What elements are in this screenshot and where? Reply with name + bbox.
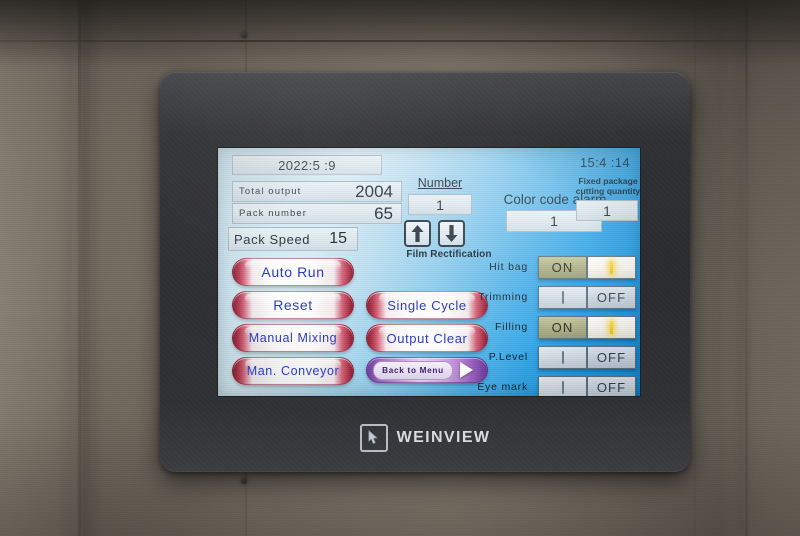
toggle-p-level[interactable]: OFF	[538, 346, 636, 369]
man-conveyor-label: Man. Conveyor	[246, 364, 340, 378]
hmi-panel: 2022:5 :9 15:4 :14 Total output 2004 Pac…	[160, 72, 690, 472]
toggle-eye-mark-lamp-cell[interactable]	[538, 376, 587, 396]
lamp-indicator-icon	[561, 381, 564, 394]
toggle-label-eye-mark: Eye mark	[477, 381, 528, 393]
hmi-panel-gloss	[160, 72, 690, 134]
number-field[interactable]: 1	[408, 194, 472, 215]
reset-button[interactable]: Reset	[232, 291, 354, 319]
cursor-glyph	[368, 430, 378, 445]
toggle-label-trimming: Trimming	[478, 291, 528, 303]
single-cycle-label: Single Cycle	[387, 297, 467, 313]
clock-display: 15:4 :14	[579, 155, 630, 170]
toggle-filling-lamp-cell[interactable]	[587, 316, 636, 339]
toggle-hit-bag-on-cell[interactable]: ON	[538, 256, 587, 279]
lamp-indicator-icon	[610, 261, 613, 274]
manual-mixing-button[interactable]: Manual Mixing	[232, 324, 354, 352]
manual-mixing-label: Manual Mixing	[248, 331, 338, 345]
date-text: 2022:5 :9	[278, 157, 336, 173]
film-rectification-down-button[interactable]	[438, 220, 465, 247]
lamp-indicator-icon	[610, 321, 613, 334]
pack-speed-label: Pack Speed	[234, 231, 311, 247]
fixed-package-value: 1	[603, 202, 611, 219]
toggle-hit-bag[interactable]: ON	[538, 256, 636, 279]
arrow-up-icon	[411, 225, 424, 242]
fixed-package-label: Fixed package cutting quantity	[575, 176, 640, 196]
pack-speed-value: 15	[329, 230, 347, 247]
pack-number-row: Pack number 65	[232, 203, 402, 224]
toggle-trimming[interactable]: OFF	[538, 286, 636, 309]
number-value: 1	[436, 196, 444, 213]
lamp-indicator-icon	[561, 351, 564, 364]
toggle-trimming-lamp-cell[interactable]	[538, 286, 587, 309]
fixed-package-field[interactable]: 1	[576, 200, 638, 221]
toggle-p-level-lamp-cell[interactable]	[538, 346, 587, 369]
brand-logo: WEINVIEW	[160, 424, 690, 452]
back-to-menu-label: Back to Menu	[373, 360, 453, 380]
toggle-label-filling: Filling	[494, 321, 528, 333]
toggle-p-level-off-cell[interactable]: OFF	[587, 346, 636, 369]
brand-name: WEINVIEW	[396, 429, 491, 446]
toggle-eye-mark-off-cell[interactable]: OFF	[587, 376, 636, 396]
pack-number-label: Pack number	[239, 208, 308, 219]
date-display: 2022:5 :9	[232, 155, 382, 175]
film-rectification-caption: Film Rectification	[406, 249, 492, 260]
pack-speed-row: Pack Speed 15	[228, 227, 358, 251]
number-label: Number	[417, 176, 463, 190]
toggle-filling-on-cell[interactable]: ON	[538, 316, 587, 339]
toggle-label-p-level: P.Level	[488, 351, 528, 363]
output-clear-label: Output Clear	[386, 330, 468, 346]
toggle-filling[interactable]: ON	[538, 316, 636, 339]
cursor-in-square-icon	[359, 424, 388, 452]
total-output-value: 2004	[355, 181, 393, 201]
toggle-hit-bag-lamp-cell[interactable]	[587, 256, 636, 279]
auto-run-button[interactable]: Auto Run	[232, 258, 354, 286]
total-output-row: Total output 2004	[232, 181, 402, 202]
screenshot-root: 2022:5 :9 15:4 :14 Total output 2004 Pac…	[0, 0, 800, 536]
auto-run-label: Auto Run	[261, 264, 325, 280]
lamp-indicator-icon	[561, 291, 564, 304]
toggle-label-hit-bag: Hit bag	[489, 261, 528, 273]
lcd-screen[interactable]: 2022:5 :9 15:4 :14 Total output 2004 Pac…	[218, 148, 640, 396]
total-output-label: Total output	[239, 186, 302, 197]
pack-number-value: 65	[374, 203, 393, 223]
toggle-trimming-off-cell[interactable]: OFF	[587, 286, 636, 309]
arrow-down-icon	[445, 225, 458, 242]
color-code-alarm-value: 1	[550, 213, 558, 229]
man-conveyor-button[interactable]: Man. Conveyor	[232, 357, 354, 385]
arrow-right-icon	[460, 362, 473, 378]
film-rectification-up-button[interactable]	[404, 220, 431, 247]
toggle-eye-mark[interactable]: OFF	[538, 376, 636, 396]
reset-label: Reset	[273, 297, 313, 313]
